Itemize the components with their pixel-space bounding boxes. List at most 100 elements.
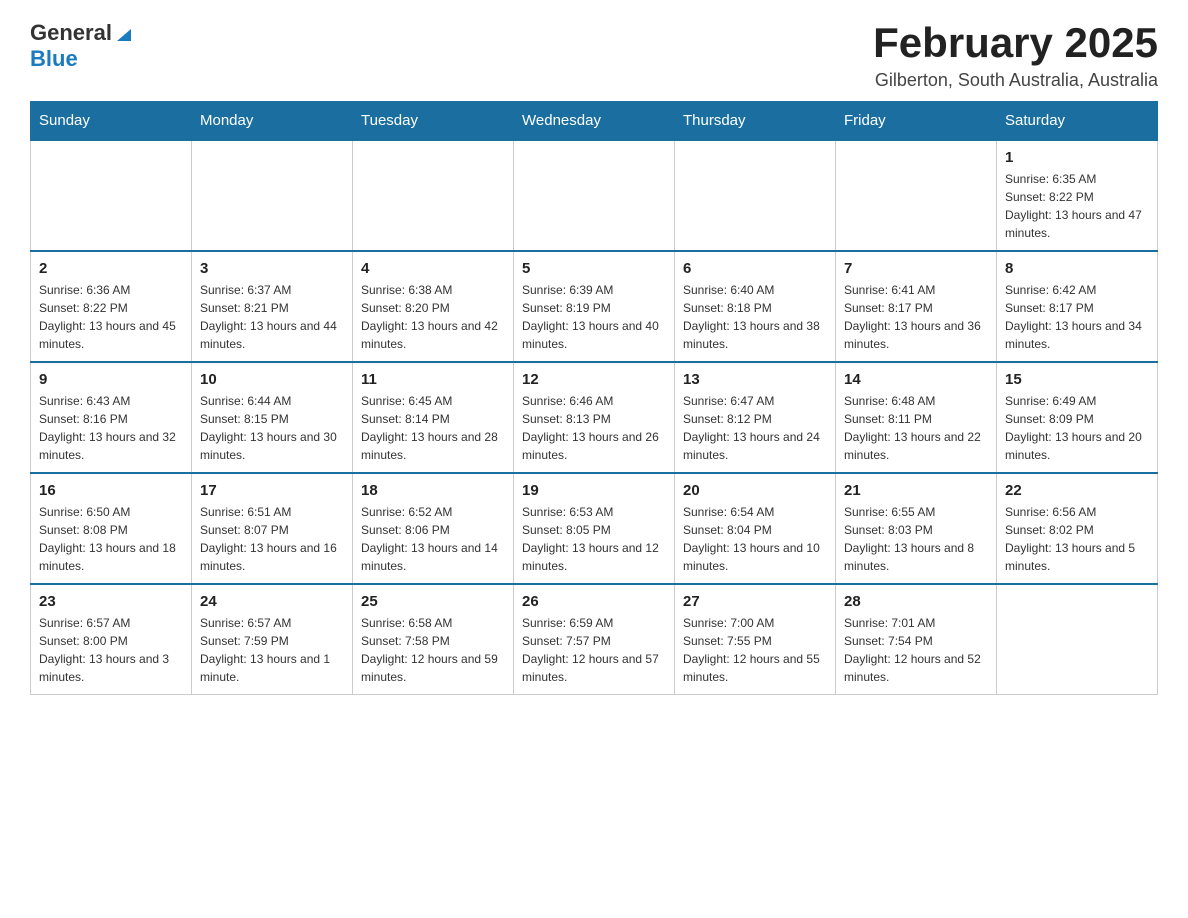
day-number: 22 [1005,482,1149,499]
table-row [997,584,1158,695]
header-monday: Monday [192,102,353,141]
day-number: 14 [844,371,988,388]
table-row: 16Sunrise: 6:50 AMSunset: 8:08 PMDayligh… [31,473,192,584]
calendar-week-4: 16Sunrise: 6:50 AMSunset: 8:08 PMDayligh… [31,473,1158,584]
table-row: 13 Sunrise: 6:47 AMSunset: 8:12 PMDayligh… [675,362,836,473]
day-info: Sunrise: 6:58 AMSunset: 7:58 PMDaylight:… [361,614,505,686]
day-info: Sunrise: 6:55 AMSunset: 8:03 PMDaylight:… [844,503,988,575]
day-number: 4 [361,260,505,277]
day-info: Sunrise: 6:39 AMSunset: 8:19 PMDaylight:… [522,281,666,353]
day-number: 2 [39,260,183,277]
day-number: 24 [200,593,344,610]
table-row: 1 Sunrise: 6:35 AMSunset: 8:22 PMDaylight… [997,140,1158,251]
table-row: 7 Sunrise: 6:41 AMSunset: 8:17 PMDaylight… [836,251,997,362]
day-info: Sunrise: 6:56 AMSunset: 8:02 PMDaylight:… [1005,503,1149,575]
table-row [675,140,836,251]
table-row: 5 Sunrise: 6:39 AMSunset: 8:19 PMDaylight… [514,251,675,362]
calendar-week-2: 2Sunrise: 6:36 AMSunset: 8:22 PMDaylight… [31,251,1158,362]
day-info: Sunrise: 6:52 AMSunset: 8:06 PMDaylight:… [361,503,505,575]
day-info: Sunrise: 6:42 AMSunset: 8:17 PMDaylight:… [1005,281,1149,353]
table-row [192,140,353,251]
table-row: 20 Sunrise: 6:54 AMSunset: 8:04 PMDayligh… [675,473,836,584]
table-row: 14Sunrise: 6:48 AMSunset: 8:11 PMDayligh… [836,362,997,473]
header-saturday: Saturday [997,102,1158,141]
calendar-title: February 2025 [873,20,1158,66]
calendar-week-3: 9 Sunrise: 6:43 AMSunset: 8:16 PMDaylight… [31,362,1158,473]
day-info: Sunrise: 6:50 AMSunset: 8:08 PMDaylight:… [39,503,183,575]
header-friday: Friday [836,102,997,141]
table-row: 18 Sunrise: 6:52 AMSunset: 8:06 PMDayligh… [353,473,514,584]
day-info: Sunrise: 6:46 AMSunset: 8:13 PMDaylight:… [522,392,666,464]
day-info: Sunrise: 6:47 AMSunset: 8:12 PMDaylight:… [683,392,827,464]
table-row: 10Sunrise: 6:44 AMSunset: 8:15 PMDayligh… [192,362,353,473]
day-info: Sunrise: 7:00 AMSunset: 7:55 PMDaylight:… [683,614,827,686]
day-number: 11 [361,371,505,388]
table-row: 21 Sunrise: 6:55 AMSunset: 8:03 PMDayligh… [836,473,997,584]
day-number: 1 [1005,149,1149,166]
table-row: 9 Sunrise: 6:43 AMSunset: 8:16 PMDaylight… [31,362,192,473]
day-info: Sunrise: 6:59 AMSunset: 7:57 PMDaylight:… [522,614,666,686]
table-row [353,140,514,251]
table-row: 15 Sunrise: 6:49 AMSunset: 8:09 PMDayligh… [997,362,1158,473]
day-info: Sunrise: 7:01 AMSunset: 7:54 PMDaylight:… [844,614,988,686]
day-number: 7 [844,260,988,277]
day-info: Sunrise: 6:35 AMSunset: 8:22 PMDaylight:… [1005,170,1149,242]
day-number: 9 [39,371,183,388]
calendar-table: Sunday Monday Tuesday Wednesday Thursday… [30,101,1158,695]
day-number: 20 [683,482,827,499]
day-number: 23 [39,593,183,610]
logo-blue-text: Blue [30,46,78,71]
day-info: Sunrise: 6:44 AMSunset: 8:15 PMDaylight:… [200,392,344,464]
header-tuesday: Tuesday [353,102,514,141]
table-row: 12Sunrise: 6:46 AMSunset: 8:13 PMDayligh… [514,362,675,473]
table-row: 24 Sunrise: 6:57 AMSunset: 7:59 PMDayligh… [192,584,353,695]
header-wednesday: Wednesday [514,102,675,141]
day-info: Sunrise: 6:54 AMSunset: 8:04 PMDaylight:… [683,503,827,575]
day-info: Sunrise: 6:51 AMSunset: 8:07 PMDaylight:… [200,503,344,575]
day-info: Sunrise: 6:41 AMSunset: 8:17 PMDaylight:… [844,281,988,353]
calendar-week-5: 23 Sunrise: 6:57 AMSunset: 8:00 PMDayligh… [31,584,1158,695]
day-number: 26 [522,593,666,610]
table-row: 28 Sunrise: 7:01 AMSunset: 7:54 PMDayligh… [836,584,997,695]
title-section: February 2025 Gilberton, South Australia… [873,20,1158,91]
day-info: Sunrise: 6:40 AMSunset: 8:18 PMDaylight:… [683,281,827,353]
weekday-header-row: Sunday Monday Tuesday Wednesday Thursday… [31,102,1158,141]
table-row: 11 Sunrise: 6:45 AMSunset: 8:14 PMDayligh… [353,362,514,473]
day-number: 17 [200,482,344,499]
day-number: 15 [1005,371,1149,388]
table-row [514,140,675,251]
day-number: 13 [683,371,827,388]
day-number: 27 [683,593,827,610]
day-info: Sunrise: 6:49 AMSunset: 8:09 PMDaylight:… [1005,392,1149,464]
table-row: 25Sunrise: 6:58 AMSunset: 7:58 PMDayligh… [353,584,514,695]
day-number: 18 [361,482,505,499]
day-number: 3 [200,260,344,277]
table-row: 26 Sunrise: 6:59 AMSunset: 7:57 PMDayligh… [514,584,675,695]
table-row: 4 Sunrise: 6:38 AMSunset: 8:20 PMDaylight… [353,251,514,362]
day-info: Sunrise: 6:53 AMSunset: 8:05 PMDaylight:… [522,503,666,575]
day-number: 6 [683,260,827,277]
day-number: 5 [522,260,666,277]
table-row: 8 Sunrise: 6:42 AMSunset: 8:17 PMDaylight… [997,251,1158,362]
table-row: 17 Sunrise: 6:51 AMSunset: 8:07 PMDayligh… [192,473,353,584]
day-info: Sunrise: 6:45 AMSunset: 8:14 PMDaylight:… [361,392,505,464]
calendar-subtitle: Gilberton, South Australia, Australia [873,70,1158,91]
day-info: Sunrise: 6:57 AMSunset: 7:59 PMDaylight:… [200,614,344,686]
table-row: 6 Sunrise: 6:40 AMSunset: 8:18 PMDaylight… [675,251,836,362]
day-info: Sunrise: 6:57 AMSunset: 8:00 PMDaylight:… [39,614,183,686]
day-number: 19 [522,482,666,499]
day-info: Sunrise: 6:43 AMSunset: 8:16 PMDaylight:… [39,392,183,464]
header-sunday: Sunday [31,102,192,141]
calendar-week-1: 1 Sunrise: 6:35 AMSunset: 8:22 PMDaylight… [31,140,1158,251]
table-row: 19 Sunrise: 6:53 AMSunset: 8:05 PMDayligh… [514,473,675,584]
table-row [31,140,192,251]
day-number: 28 [844,593,988,610]
table-row: 22 Sunrise: 6:56 AMSunset: 8:02 PMDayligh… [997,473,1158,584]
table-row: 3Sunrise: 6:37 AMSunset: 8:21 PMDaylight… [192,251,353,362]
day-info: Sunrise: 6:38 AMSunset: 8:20 PMDaylight:… [361,281,505,353]
table-row: 27 Sunrise: 7:00 AMSunset: 7:55 PMDayligh… [675,584,836,695]
day-number: 21 [844,482,988,499]
table-row: 2Sunrise: 6:36 AMSunset: 8:22 PMDaylight… [31,251,192,362]
day-number: 8 [1005,260,1149,277]
page-header: General Blue February 2025 Gilberton, So… [30,20,1158,91]
